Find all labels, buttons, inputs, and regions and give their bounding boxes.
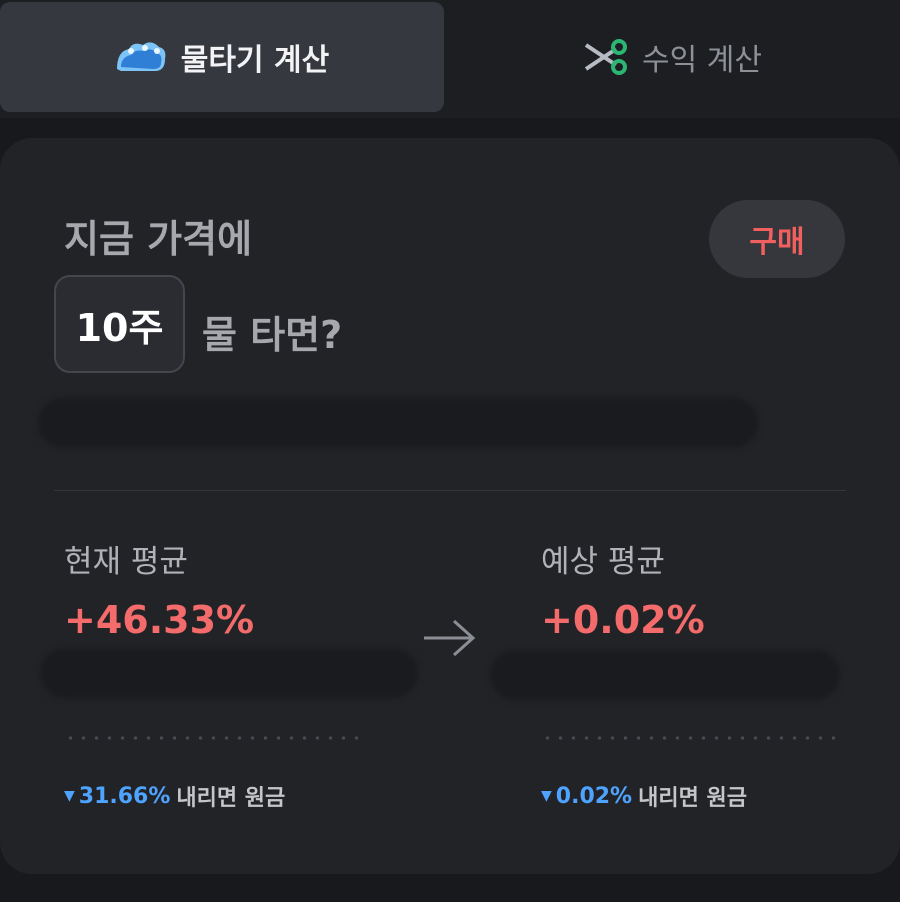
- tab-water-label: 물타기 계산: [180, 43, 330, 78]
- calculator-tab-bar: 물타기 계산 수익 계산: [0, 0, 900, 118]
- tab-profit-calculation[interactable]: 수익 계산: [444, 2, 900, 112]
- current-average-label: 현재 평균: [64, 544, 188, 580]
- expected-average-percent: +0.02%: [541, 598, 705, 642]
- expected-break-even-text: 내리면 원금: [638, 786, 747, 811]
- question-line-2: 물 타면?: [202, 313, 343, 357]
- redacted-area: [490, 650, 840, 700]
- scissors-icon: [582, 39, 628, 75]
- buy-toggle-button[interactable]: 구매: [709, 200, 845, 278]
- expected-average-label: 예상 평균: [541, 544, 665, 580]
- expected-break-even-info: ▼ 0.02% 내리면 원금: [541, 780, 747, 812]
- redacted-area: [38, 398, 758, 448]
- current-break-even-percent: 31.66%: [78, 783, 171, 809]
- tab-water-calculation[interactable]: 물타기 계산: [0, 2, 444, 112]
- current-break-even-info: ▼ 31.66% 내리면 원금: [64, 780, 285, 812]
- down-triangle-icon: ▼: [541, 788, 552, 804]
- dotted-separator: [64, 736, 360, 740]
- down-triangle-icon: ▼: [64, 788, 75, 804]
- quantity-input[interactable]: 10주: [54, 275, 185, 373]
- dotted-separator: [541, 736, 837, 740]
- redacted-area: [40, 648, 418, 698]
- water-wave-icon: [115, 39, 167, 75]
- section-divider: [54, 490, 846, 491]
- expected-break-even-percent: 0.02%: [555, 783, 633, 809]
- tab-profit-label: 수익 계산: [642, 43, 762, 78]
- current-average-percent: +46.33%: [64, 598, 255, 642]
- question-line-1: 지금 가격에: [64, 217, 253, 261]
- water-calculation-card: 지금 가격에 구매 10주 물 타면? 현재 평균 +46.33% 예상 평균 …: [0, 138, 900, 874]
- arrow-right-icon: [424, 619, 476, 657]
- current-break-even-text: 내리면 원금: [176, 786, 286, 811]
